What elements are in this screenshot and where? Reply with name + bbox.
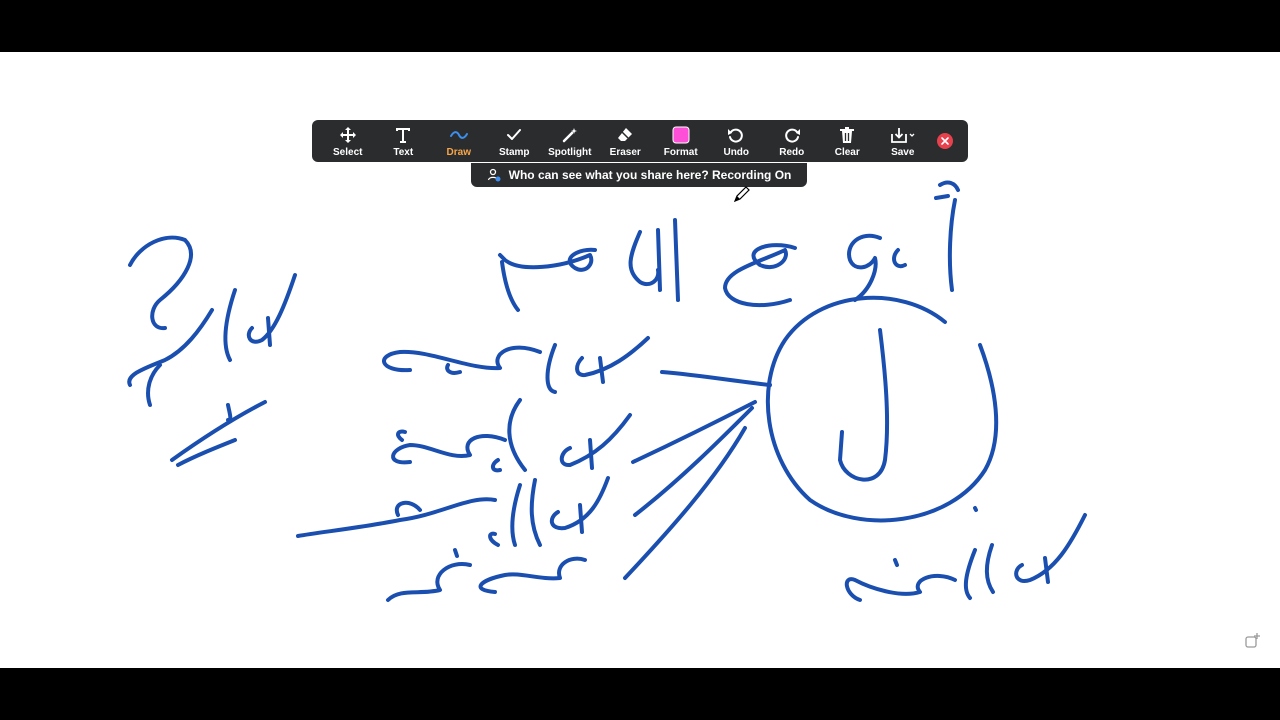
trash-icon [839, 125, 855, 145]
handwriting-circle-lam [765, 295, 999, 523]
banner-text: Who can see what you share here? Recordi… [508, 168, 792, 182]
tool-eraser[interactable]: Eraser [598, 120, 654, 162]
tool-format[interactable]: Format [653, 120, 709, 162]
person-lock-icon [487, 168, 501, 182]
tool-redo[interactable]: Redo [764, 120, 820, 162]
tool-eraser-label: Eraser [609, 146, 641, 158]
tool-select-label: Select [333, 146, 363, 158]
undo-icon [727, 125, 745, 145]
squiggle-icon [449, 125, 469, 145]
tool-spotlight-label: Spotlight [548, 146, 592, 158]
handwriting-lam-amr [296, 458, 610, 547]
tool-draw[interactable]: Draw [431, 120, 487, 162]
handwriting-harf-jarr [386, 531, 587, 602]
tool-save-label: Save [891, 146, 915, 158]
eraser-icon [616, 125, 634, 145]
tool-undo-label: Undo [723, 146, 750, 158]
redo-icon [783, 125, 801, 145]
letterbox-top [0, 0, 1280, 52]
handwriting-lam-ta3lil [382, 336, 650, 394]
tool-spotlight[interactable]: Spotlight [542, 120, 598, 162]
handwriting-lam-juhud [391, 398, 632, 472]
tool-text[interactable]: Text [376, 120, 432, 162]
tool-save[interactable]: Save [875, 120, 931, 162]
tool-redo-label: Redo [779, 146, 805, 158]
tool-clear[interactable]: Clear [820, 120, 876, 162]
sharing-visibility-banner[interactable]: Who can see what you share here? Recordi… [471, 163, 807, 187]
magic-wand-icon [561, 125, 579, 145]
tool-clear-label: Clear [834, 146, 860, 158]
pen-cursor-icon [733, 185, 751, 208]
close-icon[interactable] [936, 133, 953, 149]
new-whiteboard-icon[interactable] [1244, 632, 1262, 655]
tool-undo[interactable]: Undo [709, 120, 765, 162]
tool-stamp[interactable]: Stamp [487, 120, 543, 162]
text-icon [394, 125, 412, 145]
tool-select[interactable]: Select [320, 120, 376, 162]
tool-format-label: Format [663, 146, 698, 158]
annotation-toolbar: Select Text Draw Stamp Spotlight Eraser [312, 120, 968, 162]
tool-stamp-label: Stamp [498, 146, 530, 158]
tool-draw-label: Draw [446, 146, 471, 158]
save-icon [890, 125, 916, 145]
checkmark-icon [506, 125, 522, 145]
handwriting-connectors [623, 370, 772, 580]
handwriting-lam-tawkid [127, 235, 297, 467]
tool-text-label: Text [393, 146, 414, 158]
move-icon [339, 125, 357, 145]
color-swatch-icon [672, 125, 690, 145]
handwriting-title [498, 180, 960, 312]
letterbox-bottom [0, 668, 1280, 720]
